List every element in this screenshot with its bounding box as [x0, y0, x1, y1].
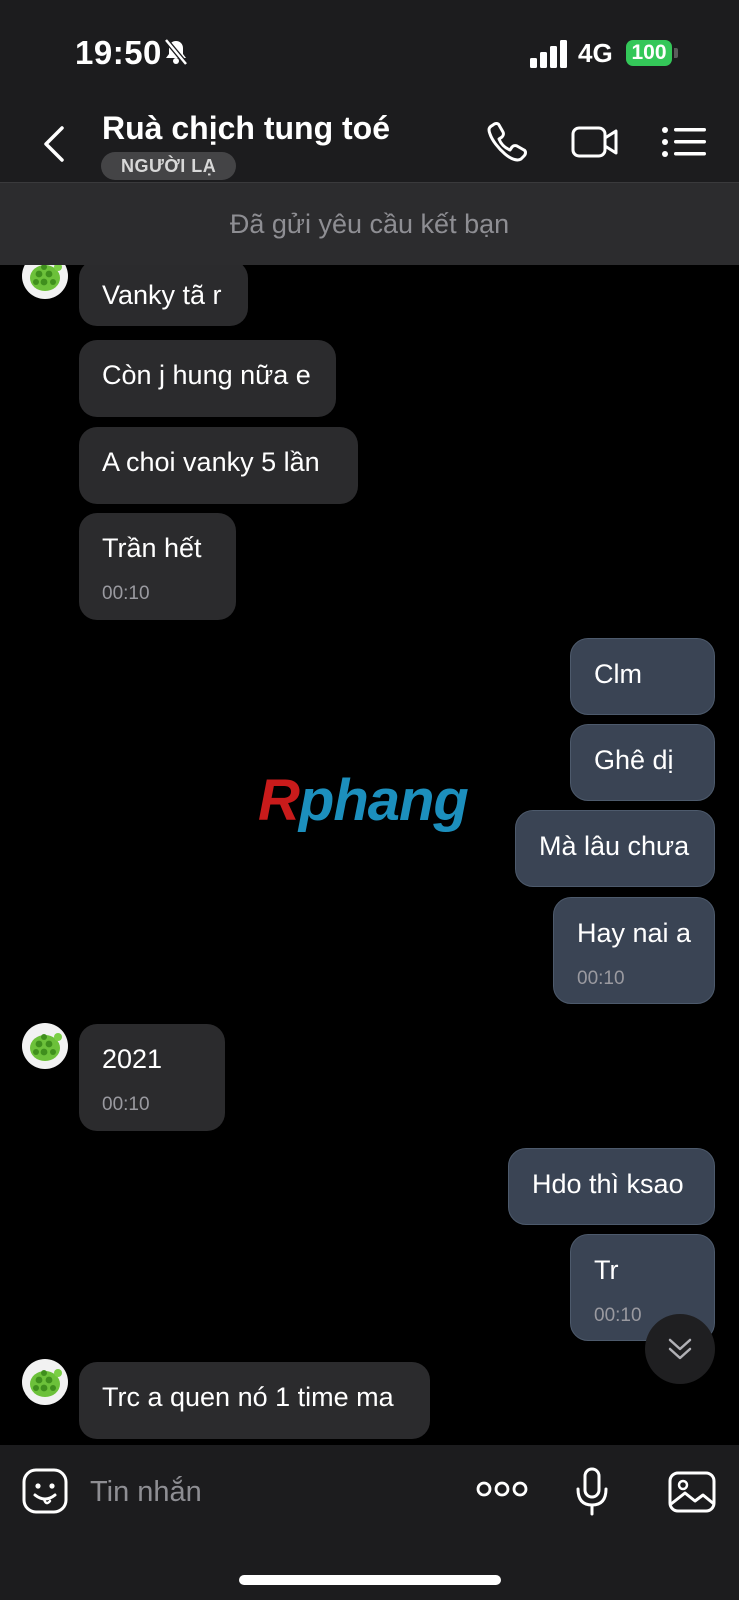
emoji-icon: [22, 1468, 68, 1514]
back-button[interactable]: [36, 122, 76, 166]
turtle-avatar-icon: [30, 1033, 62, 1061]
video-camera-icon: [571, 126, 618, 158]
avatar[interactable]: [22, 1359, 68, 1405]
bell-slash-icon: [163, 38, 189, 71]
message-bubble-incoming[interactable]: Vanky tã r: [79, 265, 248, 326]
message-bubble-incoming[interactable]: Còn j hung nữa e: [79, 340, 336, 417]
double-chevron-down-icon: [668, 1338, 692, 1360]
voice-record-button[interactable]: [574, 1467, 610, 1517]
message-time: 00:10: [594, 1305, 642, 1326]
chat-title[interactable]: Ruà chịch tung toé: [102, 110, 390, 147]
more-dots-icon: [476, 1481, 528, 1497]
message-list[interactable]: Vanky tã r Còn j hung nữa e A choi vanky…: [0, 265, 739, 1445]
message-text: Mà lâu chưa: [539, 831, 690, 861]
message-bubble-outgoing[interactable]: Mà lâu chưa: [515, 810, 715, 887]
status-bar: 19:50 4G 100: [0, 0, 739, 100]
battery-tip: [674, 48, 678, 58]
call-button[interactable]: [484, 120, 532, 164]
message-bubble-outgoing[interactable]: Hdo thì ksao: [508, 1148, 715, 1225]
signal-icon: [530, 40, 570, 68]
message-bubble-incoming[interactable]: A choi vanky 5 lần: [79, 427, 358, 504]
message-time: 00:10: [577, 968, 625, 989]
composer-bar: [0, 1445, 739, 1600]
status-time: 19:50: [75, 34, 162, 71]
chat-header: Ruà chịch tung toé NGƯỜI LẠ: [0, 100, 739, 183]
message-input[interactable]: [88, 1469, 432, 1515]
turtle-avatar-icon: [30, 1369, 62, 1397]
turtle-avatar-icon: [30, 265, 62, 291]
message-bubble-incoming[interactable]: Trc a quen nó 1 time ma: [79, 1362, 430, 1439]
home-indicator: [239, 1575, 501, 1585]
avatar[interactable]: [22, 1023, 68, 1069]
image-picker-button[interactable]: [668, 1471, 716, 1513]
message-time: 00:10: [102, 583, 150, 604]
stranger-badge: NGƯỜI LẠ: [101, 152, 237, 180]
message-text: Hay nai a: [577, 918, 692, 948]
microphone-icon: [576, 1467, 608, 1516]
friend-request-banner: Đã gửi yêu cầu kết bạn: [0, 183, 739, 265]
scroll-to-bottom-button[interactable]: [645, 1314, 715, 1384]
message-text: 2021: [102, 1044, 163, 1074]
message-text: Clm: [594, 659, 642, 689]
message-text: A choi vanky 5 lần: [102, 447, 320, 477]
message-bubble-incoming[interactable]: 2021 00:10: [79, 1024, 225, 1131]
more-options-button[interactable]: [476, 1477, 528, 1501]
message-text: Vanky tã r: [102, 280, 222, 310]
message-text: Trc a quen nó 1 time ma: [102, 1382, 394, 1412]
avatar[interactable]: [22, 265, 68, 299]
menu-list-icon: [662, 127, 706, 157]
message-bubble-outgoing[interactable]: Hay nai a 00:10: [553, 897, 715, 1004]
sticker-button[interactable]: [22, 1468, 68, 1514]
message-bubble-outgoing[interactable]: Ghê dị: [570, 724, 715, 801]
message-text: Tr: [594, 1255, 619, 1285]
message-time: 00:10: [102, 1094, 150, 1115]
battery-indicator: 100: [626, 40, 672, 66]
message-bubble-incoming[interactable]: Trần hết 00:10: [79, 513, 236, 620]
options-button[interactable]: [660, 120, 708, 164]
message-text: Còn j hung nữa e: [102, 360, 311, 390]
message-text: Hdo thì ksao: [532, 1169, 684, 1199]
image-icon: [668, 1471, 716, 1513]
back-arrow-icon: [44, 126, 64, 162]
video-call-button[interactable]: [571, 120, 619, 164]
phone-icon: [487, 122, 527, 162]
network-type: 4G: [578, 38, 613, 68]
message-bubble-outgoing[interactable]: Clm: [570, 638, 715, 715]
message-text: Ghê dị: [594, 745, 674, 775]
watermark-logo: Rphang: [258, 768, 469, 833]
message-text: Trần hết: [102, 533, 202, 563]
